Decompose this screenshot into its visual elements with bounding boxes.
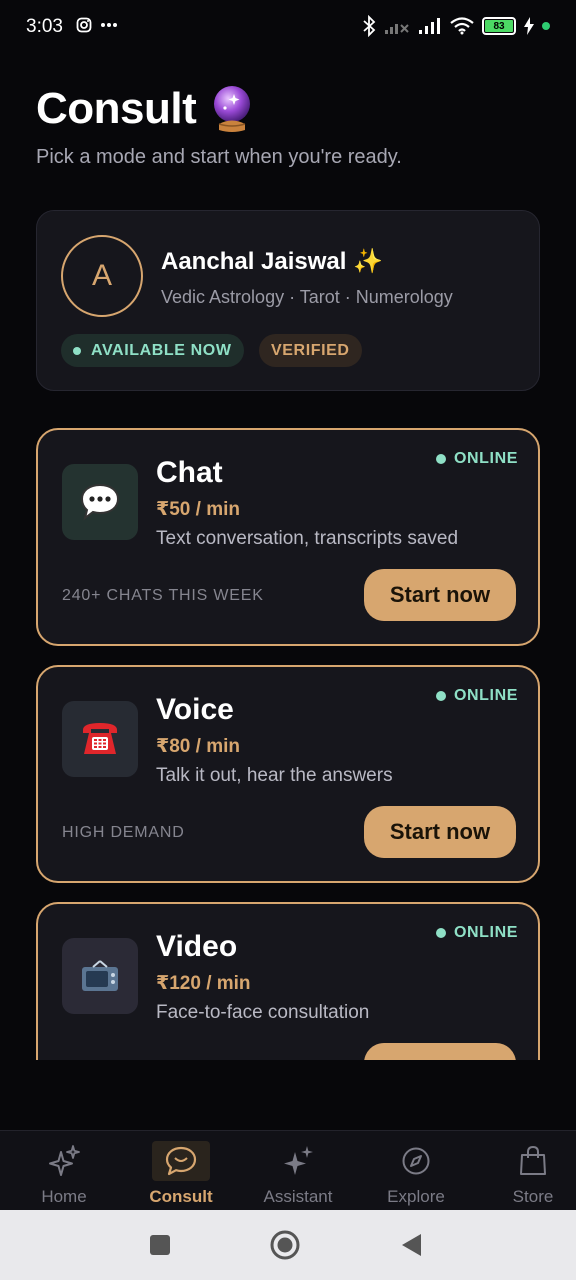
speech-bubble-icon xyxy=(62,464,138,540)
status-right-icons: 83 xyxy=(362,15,550,37)
online-dot-icon xyxy=(435,691,446,701)
mode-meta: HIGH DEMAND xyxy=(62,824,185,841)
back-triangle-icon[interactable] xyxy=(396,1230,426,1260)
online-status-label: ONLINE xyxy=(453,924,518,941)
nav-item-assistant[interactable]: Assistant xyxy=(248,1131,348,1211)
nav-item-explore[interactable]: Explore xyxy=(366,1131,466,1211)
system-nav-bar xyxy=(0,1210,576,1280)
astrologer-card[interactable]: A Aanchal Jaiswal ✨ Vedic Astrology · Ta… xyxy=(36,210,540,391)
recents-square-icon[interactable] xyxy=(145,1230,175,1260)
nav-label: Home xyxy=(41,1187,87,1206)
consult-mode-list[interactable]: Chat ₹50 / min Text conversation, transc… xyxy=(0,418,576,1060)
online-status: ONLINE xyxy=(435,924,518,942)
online-status-label: ONLINE xyxy=(453,450,518,467)
status-bar: 3:03 83 xyxy=(0,0,576,56)
crystal-ball-icon xyxy=(214,86,251,132)
page-title-row: Consult xyxy=(36,84,254,134)
online-status: ONLINE xyxy=(435,687,518,705)
online-dot-icon xyxy=(435,454,446,464)
nav-item-consult[interactable]: Consult xyxy=(131,1131,231,1211)
signal-icon xyxy=(419,18,440,34)
nav-label: Consult xyxy=(149,1187,213,1206)
bottom-nav: Home Consult Assistant Explore Store xyxy=(0,1130,576,1210)
mode-card-chat[interactable]: Chat ₹50 / min Text conversation, transc… xyxy=(36,428,540,646)
mode-meta: 240+ CHATS THIS WEEK xyxy=(62,587,264,604)
page-subtitle: Pick a mode and start when you're ready. xyxy=(36,146,402,168)
chat-bubble-icon xyxy=(152,1141,210,1181)
video-camera-icon xyxy=(62,938,138,1014)
page-title: Consult xyxy=(36,84,197,133)
signal-weak-icon xyxy=(385,24,409,34)
astrologer-specialties: Vedic Astrology · Tarot · Numerology xyxy=(161,287,453,307)
mode-title: Chat xyxy=(156,456,223,489)
mode-title: Video xyxy=(156,930,238,963)
astrologer-name: Aanchal Jaiswal ✨ xyxy=(161,248,383,275)
start-voice-button[interactable]: Start now xyxy=(364,806,516,858)
sparkles-outline-icon xyxy=(35,1141,93,1181)
availability-badge-label: AVAILABLE NOW xyxy=(91,341,232,359)
mode-description: Face-to-face consultation xyxy=(156,1002,370,1023)
mode-price: ₹50 / min xyxy=(156,499,240,520)
start-chat-button[interactable]: Start now xyxy=(364,569,516,621)
nav-label: Store xyxy=(512,1187,554,1206)
instagram-icon xyxy=(76,17,92,33)
charging-bolt-icon xyxy=(524,17,534,35)
home-circle-icon[interactable] xyxy=(270,1230,300,1260)
mode-description: Text conversation, transcripts saved xyxy=(156,528,459,549)
mode-title: Voice xyxy=(156,693,234,726)
privacy-indicator-dot xyxy=(542,22,550,30)
mode-card-voice[interactable]: Voice ₹80 / min Talk it out, hear the an… xyxy=(36,665,540,883)
status-dot-icon xyxy=(73,346,81,355)
online-status: ONLINE xyxy=(435,450,518,468)
verified-badge: VERIFIED xyxy=(259,334,362,367)
online-dot-icon xyxy=(435,928,446,938)
nav-item-home[interactable]: Home xyxy=(14,1131,114,1211)
nav-label: Explore xyxy=(387,1187,445,1206)
wifi-icon xyxy=(450,17,474,35)
mode-price: ₹120 / min xyxy=(156,973,251,994)
nav-label: Assistant xyxy=(263,1187,333,1206)
mode-card-video[interactable]: Video ₹120 / min Face-to-face consultati… xyxy=(36,902,540,1060)
bluetooth-icon xyxy=(363,15,376,37)
mode-description: Talk it out, hear the answers xyxy=(156,765,393,786)
shopping-bag-icon xyxy=(504,1141,562,1181)
status-left-icons xyxy=(76,17,118,33)
status-time: 3:03 xyxy=(26,16,63,37)
more-dots-icon xyxy=(101,23,117,27)
battery-level: 83 xyxy=(485,20,513,32)
sparkles-filled-icon xyxy=(269,1141,327,1181)
nav-item-store[interactable]: Store xyxy=(483,1131,576,1211)
mode-price: ₹80 / min xyxy=(156,736,240,757)
start-video-button[interactable]: Start now xyxy=(364,1043,516,1060)
battery-icon: 83 xyxy=(482,17,516,35)
avatar: A xyxy=(61,235,143,317)
availability-badge: AVAILABLE NOW xyxy=(61,334,244,367)
telephone-icon xyxy=(62,701,138,777)
compass-icon xyxy=(387,1141,445,1181)
online-status-label: ONLINE xyxy=(453,687,518,704)
